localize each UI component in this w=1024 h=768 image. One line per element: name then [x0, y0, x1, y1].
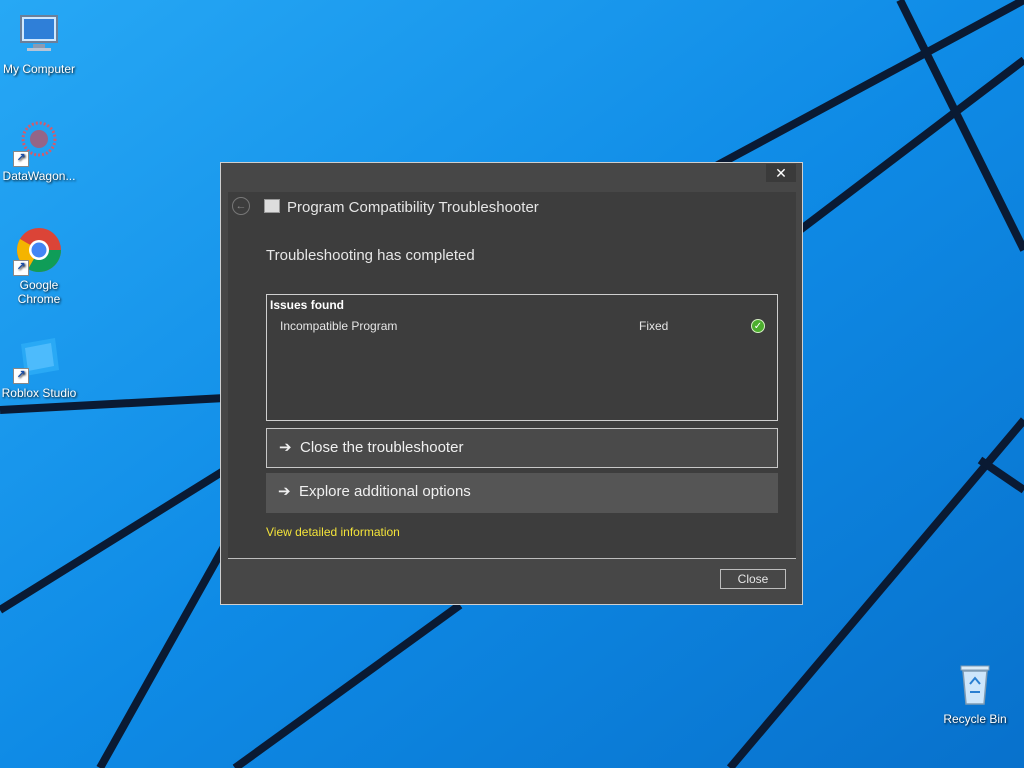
command-label: Explore additional options [299, 483, 471, 500]
window-close-button[interactable]: ✕ [766, 164, 796, 182]
datawagon-icon: ↗ [13, 117, 63, 167]
shortcut-arrow-icon: ↗ [13, 151, 29, 167]
issues-panel-title: Issues found [270, 298, 345, 312]
shortcut-arrow-icon: ↗ [13, 368, 29, 384]
command-label: Close the troubleshooter [300, 439, 464, 456]
issues-found-panel: Issues found Incompatible Program Fixed … [266, 294, 778, 421]
desktop-icon-label: My Computer [2, 62, 76, 76]
desktop-icon-recycle-bin[interactable]: Recycle Bin [936, 660, 1014, 726]
arrow-right-icon: ➔ [279, 439, 292, 456]
chrome-icon: ↗ [13, 226, 63, 276]
close-icon: ✕ [775, 165, 787, 181]
dialog-content: ← Program Compatibility Troubleshooter T… [228, 192, 796, 559]
check-icon: ✓ [751, 319, 765, 333]
issue-name: Incompatible Program [280, 319, 398, 333]
recycle-bin-icon [951, 660, 999, 708]
back-button[interactable]: ← [232, 197, 250, 215]
troubleshooter-dialog: ✕ ← Program Compatibility Troubleshooter… [220, 162, 803, 605]
desktop-icon-label: DataWagon... [2, 169, 76, 183]
desktop-icon-datawagon[interactable]: ↗ DataWagon... [0, 117, 78, 183]
shortcut-arrow-icon: ↗ [13, 260, 29, 276]
computer-icon [15, 10, 63, 58]
dialog-header: ← Program Compatibility Troubleshooter [228, 192, 796, 222]
desktop-icon-label: Roblox Studio [1, 386, 77, 400]
close-troubleshooter-link[interactable]: ➔ Close the troubleshooter [266, 428, 778, 468]
dialog-app-title: Program Compatibility Troubleshooter [287, 199, 539, 216]
desktop-icon-roblox-studio[interactable]: ↗ Roblox Studio [0, 334, 78, 400]
back-arrow-icon: ← [235, 200, 247, 212]
arrow-right-icon: ➔ [278, 483, 291, 500]
dialog-footer: Close [228, 560, 796, 602]
page-title: Troubleshooting has completed [266, 247, 475, 264]
desktop-icon-my-computer[interactable]: My Computer [0, 10, 78, 76]
desktop-icon-label: Recycle Bin [943, 712, 1007, 726]
view-detailed-information-link[interactable]: View detailed information [266, 525, 400, 539]
issue-status: Fixed [639, 319, 669, 333]
troubleshooter-app-icon [264, 199, 280, 213]
desktop-icon-google-chrome[interactable]: ↗ Google Chrome [0, 226, 78, 306]
close-button[interactable]: Close [720, 569, 786, 589]
roblox-studio-icon: ↗ [13, 334, 63, 384]
desktop-icon-label: Google Chrome [17, 278, 61, 306]
explore-additional-options-link[interactable]: ➔ Explore additional options [266, 473, 778, 513]
